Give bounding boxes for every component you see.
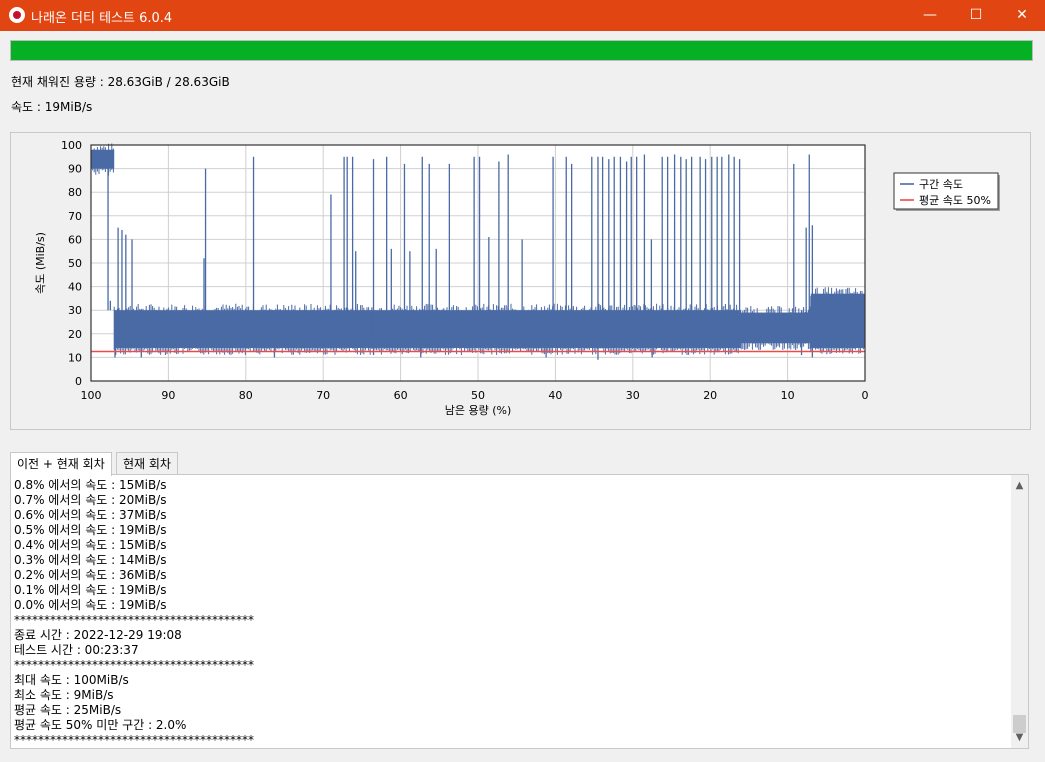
minimize-button[interactable]: — bbox=[907, 0, 953, 31]
capacity-status: 현재 채워진 용량 : 28.63GiB / 28.63GiB bbox=[11, 75, 230, 89]
log-textbox[interactable]: 0.8% 에서의 속도 : 15MiB/s 0.7% 에서의 속도 : 20MiB… bbox=[10, 474, 1029, 749]
log-line: 최대 속도 : 100MiB/s bbox=[14, 673, 129, 687]
x-tick-label: 80 bbox=[239, 389, 253, 402]
y-tick-label: 80 bbox=[68, 186, 82, 199]
log-line: 0.1% 에서의 속도 : 19MiB/s bbox=[14, 583, 167, 597]
y-tick-label: 100 bbox=[61, 139, 82, 152]
x-tick-label: 50 bbox=[471, 389, 485, 402]
log-line: **************************************** bbox=[14, 613, 254, 627]
y-tick-label: 0 bbox=[75, 375, 82, 388]
title-bar: 나래온 더티 테스트 6.0.4 — ☐ ✕ bbox=[0, 0, 1045, 31]
log-line: **************************************** bbox=[14, 733, 254, 747]
log-line: 0.5% 에서의 속도 : 19MiB/s bbox=[14, 523, 167, 537]
x-tick-label: 10 bbox=[781, 389, 795, 402]
x-tick-label: 20 bbox=[703, 389, 717, 402]
maximize-button[interactable]: ☐ bbox=[953, 0, 999, 31]
y-tick-label: 30 bbox=[68, 304, 82, 317]
app-logo-icon bbox=[9, 7, 25, 23]
legend-entry: 평균 속도 50% bbox=[919, 194, 991, 207]
x-axis-label: 남은 용량 (%) bbox=[445, 404, 512, 417]
x-tick-label: 100 bbox=[81, 389, 102, 402]
window-title: 나래온 더티 테스트 6.0.4 bbox=[31, 11, 173, 26]
log-line: **************************************** bbox=[14, 658, 254, 672]
y-axis-label: 속도 (MiB/s) bbox=[34, 232, 47, 294]
x-tick-label: 0 bbox=[862, 389, 869, 402]
progress-bar-fill bbox=[11, 41, 1032, 60]
log-line: 0.6% 에서의 속도 : 37MiB/s bbox=[14, 508, 167, 522]
speed-chart: 100 90 80 70 60 50 40 30 20 10 0010203040506070809… bbox=[34, 139, 1000, 417]
x-tick-label: 60 bbox=[394, 389, 408, 402]
y-tick-label: 60 bbox=[68, 233, 82, 246]
log-line: 0.3% 에서의 속도 : 14MiB/s bbox=[14, 553, 167, 567]
y-tick-label: 90 bbox=[68, 163, 82, 176]
log-line: 0.0% 에서의 속도 : 19MiB/s bbox=[14, 598, 167, 612]
close-button[interactable]: ✕ bbox=[999, 0, 1045, 31]
log-scrollbar[interactable]: ▲ ▼ bbox=[1011, 475, 1028, 748]
tab-previous-and-current[interactable]: 이전 + 현재 회차 bbox=[10, 452, 112, 476]
log-lines: 0.8% 에서의 속도 : 15MiB/s 0.7% 에서의 속도 : 20MiB… bbox=[14, 478, 254, 748]
y-tick-label: 50 bbox=[68, 257, 82, 270]
speed-status: 속도 : 19MiB/s bbox=[11, 100, 93, 114]
progress-bar bbox=[10, 40, 1033, 61]
log-line: 종료 시간 : 2022-12-29 19:08 bbox=[14, 628, 182, 642]
log-line: 최소 속도 : 9MiB/s bbox=[14, 688, 114, 702]
x-tick-label: 90 bbox=[161, 389, 175, 402]
scroll-down-arrow-icon[interactable]: ▼ bbox=[1011, 729, 1028, 746]
x-tick-label: 70 bbox=[316, 389, 330, 402]
y-tick-label: 10 bbox=[68, 351, 82, 364]
y-tick-label: 40 bbox=[68, 281, 82, 294]
legend-entry: 구간 속도 bbox=[919, 178, 963, 191]
log-line: 평균 속도 50% 미만 구간 : 2.0% bbox=[14, 718, 187, 732]
y-tick-label: 20 bbox=[68, 328, 82, 341]
y-tick-label: 70 bbox=[68, 210, 82, 223]
scroll-up-arrow-icon[interactable]: ▲ bbox=[1011, 477, 1028, 494]
log-line: 0.7% 에서의 속도 : 20MiB/s bbox=[14, 493, 167, 507]
log-line: 0.8% 에서의 속도 : 15MiB/s bbox=[14, 478, 167, 492]
tab-current[interactable]: 현재 회차 bbox=[116, 452, 178, 474]
log-line: 0.4% 에서의 속도 : 15MiB/s bbox=[14, 538, 167, 552]
log-line: 평균 속도 : 25MiB/s bbox=[14, 703, 122, 717]
x-tick-label: 40 bbox=[548, 389, 562, 402]
speed-chart-panel: 100 90 80 70 60 50 40 30 20 10 0 0 10 20 30 40 50 60 70 80 9… bbox=[10, 132, 1031, 430]
x-tick-label: 30 bbox=[626, 389, 640, 402]
log-line: 0.2% 에서의 속도 : 36MiB/s bbox=[14, 568, 167, 582]
log-line: 테스트 시간 : 00:23:37 bbox=[14, 643, 139, 657]
